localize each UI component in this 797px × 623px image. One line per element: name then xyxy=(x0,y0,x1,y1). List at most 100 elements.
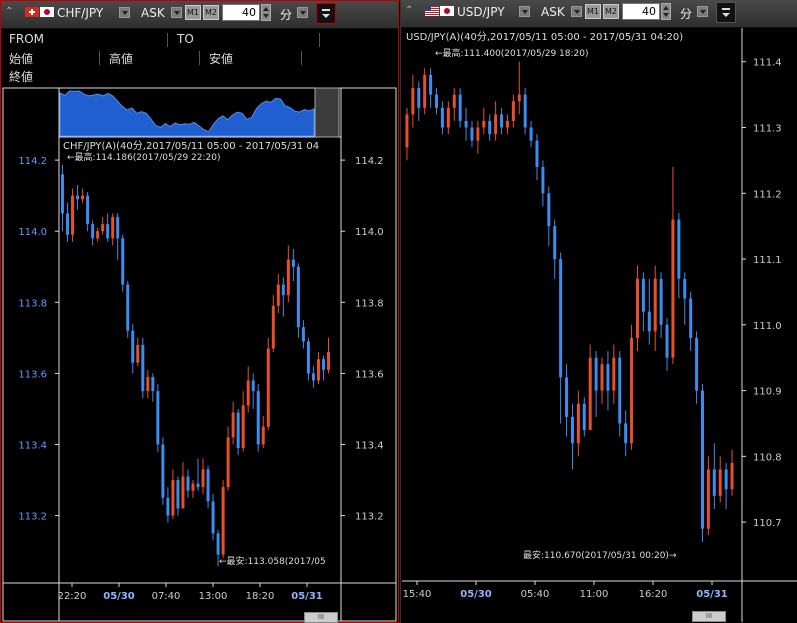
candle-down xyxy=(301,327,305,342)
price-tick-label: 114.2 xyxy=(18,156,47,167)
interval-unit-label[interactable]: 分 xyxy=(280,6,292,23)
time-tick-label: 18:20 xyxy=(246,591,275,602)
high-label: 高値 xyxy=(109,52,134,66)
candle-up xyxy=(231,412,235,438)
candle-down xyxy=(500,114,504,128)
menu-button[interactable] xyxy=(716,2,736,23)
divider xyxy=(301,51,302,65)
divider xyxy=(167,33,168,47)
low-annotation: ←最安:113.058(2017/05 xyxy=(219,555,326,567)
candle-down xyxy=(156,391,160,445)
candle-down xyxy=(724,469,728,490)
price-tick-label: 113.4 xyxy=(18,440,47,451)
symbol-label[interactable]: USD/JPY xyxy=(457,5,505,19)
candle-up xyxy=(316,359,320,381)
low-label: 安値 xyxy=(209,52,234,66)
candle-down xyxy=(311,373,315,381)
candle-down xyxy=(86,195,90,225)
chart-title: CHF/JPY(A)(40分,2017/05/11 05:00 - 2017/0… xyxy=(63,140,319,152)
candle-up xyxy=(136,344,140,363)
candle-down xyxy=(176,480,180,509)
price-tick-label: 110.9 xyxy=(753,387,782,398)
usd-jpy-chart-window[interactable]: ⌃ USD/JPY ASK M1 M2 40 分 USD/JPY(A)(40分,… xyxy=(400,0,797,623)
interval-unit-dropdown-button[interactable] xyxy=(697,6,708,17)
candle-up xyxy=(111,216,115,239)
symbol-dropdown-button[interactable] xyxy=(519,6,530,17)
low-annotation: 最安:110.670(2017/05/31 00:20)→ xyxy=(523,549,677,561)
usd-jpy-chart[interactable]: USD/JPY(A)(40分,2017/05/11 05:00 - 2017/0… xyxy=(401,28,797,623)
interval-unit-dropdown-button[interactable] xyxy=(297,7,308,18)
candle-up xyxy=(706,469,710,529)
time-tick-label: 05/31 xyxy=(696,589,728,600)
candle-down xyxy=(464,120,468,128)
interval-unit-label[interactable]: 分 xyxy=(680,5,692,22)
symbol-dropdown-button[interactable] xyxy=(119,7,130,18)
interval-spinner[interactable] xyxy=(661,3,671,20)
interval-spinner[interactable] xyxy=(261,4,271,21)
candle-up xyxy=(405,114,409,148)
price-tick-label: 113.4 xyxy=(355,440,384,451)
candle-up xyxy=(181,476,185,509)
time-tick-label: 05:40 xyxy=(521,589,550,600)
candle-up xyxy=(226,437,230,488)
candle-up xyxy=(653,278,657,332)
interval-input[interactable]: 40 xyxy=(222,4,260,21)
pin-icon[interactable]: ⌃ xyxy=(405,5,413,16)
candle-down xyxy=(321,359,325,370)
time-tick-label: 07:40 xyxy=(152,591,181,602)
price-tick-label: 113.6 xyxy=(18,369,47,380)
candle-down xyxy=(76,195,80,200)
candle-down xyxy=(470,127,474,141)
candle-down xyxy=(116,216,120,239)
overview-range-selector[interactable] xyxy=(314,87,340,138)
candle-down xyxy=(624,423,628,444)
candle-down xyxy=(695,337,699,391)
price-tick-label: 113.2 xyxy=(18,512,47,523)
pin-icon[interactable]: ⌃ xyxy=(5,6,13,17)
candle-down xyxy=(700,390,704,529)
price-tick-label: 114.0 xyxy=(355,227,384,238)
price-tick-label: 113.8 xyxy=(355,298,384,309)
price-side-dropdown-button[interactable] xyxy=(571,6,582,17)
candle-down xyxy=(677,219,681,279)
candle-down xyxy=(618,357,622,424)
horizontal-scrollbar-thumb[interactable]: III xyxy=(692,611,726,622)
candle-up xyxy=(101,224,105,232)
candle-up xyxy=(411,88,415,115)
candle-down xyxy=(582,403,586,431)
price-tick-label: 111.0 xyxy=(753,321,782,332)
candle-up xyxy=(452,94,456,108)
price-side-label[interactable]: ASK xyxy=(541,5,565,19)
candle-up xyxy=(635,278,639,338)
candle-up xyxy=(266,348,270,427)
candle-up xyxy=(612,357,616,391)
symbol-label[interactable]: CHF/JPY xyxy=(57,6,103,20)
chf-jpy-chart[interactable]: CHF/JPY(A)(40分,2017/05/11 05:00 - 2017/0… xyxy=(1,87,398,622)
candle-down xyxy=(121,238,125,285)
candle-down xyxy=(166,497,170,516)
ohlc-info-panel: FROM TO 始値 高値 安値 終値 xyxy=(1,29,398,87)
japan-flag-icon xyxy=(40,7,54,17)
m2-button[interactable]: M2 xyxy=(603,4,619,19)
divider xyxy=(99,51,100,65)
candle-down xyxy=(553,226,557,260)
candle-up xyxy=(671,219,675,358)
candle-up xyxy=(81,195,85,200)
menu-button[interactable] xyxy=(316,3,336,24)
candle-down xyxy=(206,469,210,502)
candle-down xyxy=(126,284,130,331)
price-side-label[interactable]: ASK xyxy=(141,6,165,20)
price-side-dropdown-button[interactable] xyxy=(171,7,182,18)
candle-down xyxy=(570,416,574,444)
swiss-flag-icon xyxy=(25,7,39,17)
m1-button[interactable]: M1 xyxy=(185,5,201,20)
candle-down xyxy=(131,330,135,363)
price-tick-label: 111.1 xyxy=(753,255,782,266)
m1-button[interactable]: M1 xyxy=(585,4,601,19)
m2-button[interactable]: M2 xyxy=(203,5,219,20)
time-tick-label: 05/30 xyxy=(460,589,492,600)
horizontal-scrollbar-thumb[interactable]: III xyxy=(304,612,338,623)
candle-down xyxy=(689,298,693,338)
interval-input[interactable]: 40 xyxy=(622,3,660,20)
chf-jpy-chart-window[interactable]: ⌃ CHF/JPY ASK M1 M2 40 分 FROM TO 始値 高値 安… xyxy=(0,0,399,623)
